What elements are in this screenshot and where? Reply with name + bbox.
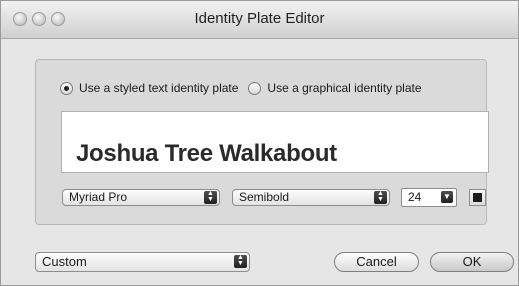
identity-plate-editor-window: Identity Plate Editor Use a styled text … [0, 0, 519, 286]
font-family-select[interactable]: Myriad Pro ▲ ▼ [62, 189, 220, 206]
font-size-combo[interactable]: 24 ▼ [401, 188, 457, 207]
styled-text-radio[interactable] [60, 81, 73, 95]
ok-button[interactable]: OK [430, 252, 514, 272]
identity-plate-preview[interactable]: Joshua Tree Walkabout [61, 111, 489, 173]
styled-text-label[interactable]: Use a styled text identity plate [79, 81, 238, 95]
cancel-button[interactable]: Cancel [334, 252, 419, 272]
text-color-well[interactable] [469, 189, 486, 206]
preset-select[interactable]: Custom ▲ ▼ [35, 252, 250, 272]
font-style-value: Semibold [239, 190, 290, 204]
graphical-radio[interactable] [248, 81, 262, 95]
title-bar: Identity Plate Editor [1, 1, 518, 39]
graphical-label[interactable]: Use a graphical identity plate [267, 81, 421, 95]
updown-arrows-icon: ▲ ▼ [204, 190, 217, 204]
font-style-select[interactable]: Semibold ▲ ▼ [232, 189, 390, 206]
window-title: Identity Plate Editor [194, 10, 325, 27]
preset-value: Custom [42, 254, 87, 269]
updown-arrows-icon: ▲ ▼ [374, 190, 387, 204]
identity-plate-text[interactable]: Joshua Tree Walkabout [76, 140, 337, 168]
updown-arrows-icon: ▲ ▼ [234, 254, 247, 268]
identity-plate-panel: Use a styled text identity plate Use a g… [35, 59, 489, 225]
chevron-down-icon[interactable]: ▼ [441, 191, 453, 203]
font-family-value: Myriad Pro [69, 190, 128, 204]
plate-type-options: Use a styled text identity plate Use a g… [60, 81, 422, 95]
font-size-value: 24 [408, 190, 422, 204]
